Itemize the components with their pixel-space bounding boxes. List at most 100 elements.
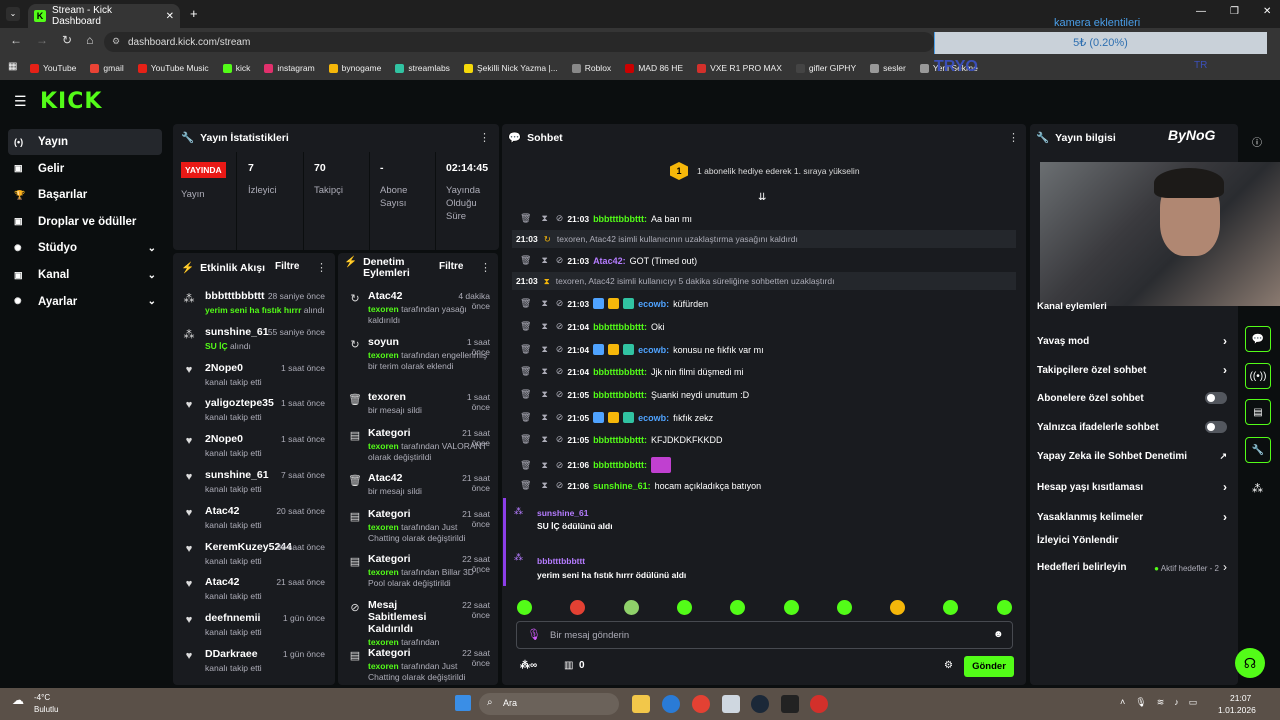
delete-icon[interactable]: 🗑 — [520, 412, 531, 423]
setting-6[interactable]: Hesap yaşı kısıtlaması › — [1037, 480, 1227, 494]
gift-sub-banner[interactable]: 1 abonelik hediye ederek 1. sıraya yükse… — [697, 166, 860, 176]
moderation-actor[interactable]: texoren — [368, 304, 399, 314]
chat-icon[interactable]: 💬 — [1245, 326, 1271, 352]
message-username[interactable]: sunshine_61: — [593, 481, 651, 491]
delete-icon[interactable]: 🗑 — [520, 344, 531, 355]
moderation-more-icon[interactable]: ⋮ — [480, 261, 491, 274]
chevron-right-icon[interactable]: › — [1223, 363, 1227, 377]
kick-logo[interactable]: KICK — [40, 89, 102, 114]
emoji-icon[interactable]: ☻ — [993, 629, 1004, 640]
sidebar-item-ayarlar[interactable]: ✺ Ayarlar ⌄ — [8, 289, 162, 315]
active-goals[interactable]: ● Aktif hedefler - 2 › — [1154, 560, 1227, 574]
emote-button[interactable] — [783, 600, 799, 615]
bookmark-item[interactable]: MAD 86 HE — [625, 63, 683, 73]
ban-icon[interactable]: ⊘ — [556, 213, 564, 224]
setting-1[interactable]: Yavaş mod › — [1037, 334, 1227, 348]
ban-icon[interactable]: ⊘ — [556, 366, 564, 377]
steam-icon[interactable] — [751, 695, 769, 713]
bookmark-item[interactable]: YouTube Music — [137, 63, 209, 73]
bookmark-item[interactable]: sesler — [870, 63, 906, 73]
timeout-icon[interactable]: ⧗ — [541, 460, 547, 471]
timeout-icon[interactable]: ⧗ — [541, 480, 547, 491]
layout-icon[interactable]: ▤ — [1245, 399, 1271, 425]
chevron-right-icon[interactable]: › — [1223, 510, 1227, 524]
emote-button[interactable] — [517, 600, 532, 615]
emote-button[interactable] — [623, 600, 639, 615]
setting-7[interactable]: Yasaklanmış kelimeler › — [1037, 510, 1227, 524]
timeout-icon[interactable]: ⧗ — [541, 412, 547, 423]
broadcast-icon[interactable]: ((•)) — [1245, 363, 1271, 389]
emote-button[interactable] — [890, 600, 906, 615]
reload-icon[interactable]: ↻ — [62, 33, 72, 47]
app-icon[interactable] — [810, 695, 828, 713]
minimize-icon[interactable]: — — [1196, 6, 1206, 17]
moderation-actor[interactable]: texoren — [368, 637, 399, 647]
url-input[interactable]: ⚙ dashboard.kick.com/stream — [104, 32, 934, 52]
setting-4[interactable]: Yalnızca ifadelerle sohbet — [1037, 421, 1227, 433]
toggle-switch[interactable] — [1205, 421, 1227, 433]
timeout-icon[interactable]: ⧗ — [541, 255, 547, 266]
back-icon[interactable]: ← — [10, 33, 22, 47]
delete-icon[interactable]: 🗑 — [520, 460, 531, 471]
moderation-title[interactable]: Mesaj Sabitlemesi Kaldırıldı — [368, 599, 452, 635]
message-username[interactable]: bbbtttbbbttt: — [593, 460, 647, 470]
epic-games-icon[interactable] — [781, 695, 799, 713]
chat-scroll-icon[interactable]: ⇊ — [758, 192, 766, 203]
home-icon[interactable]: ⌂ — [86, 33, 93, 47]
emote-button[interactable] — [836, 600, 852, 615]
message-username[interactable]: ecowb: — [638, 299, 669, 309]
delete-icon[interactable]: 🗑 — [520, 366, 531, 377]
timeout-icon[interactable]: ⧗ — [541, 213, 547, 224]
toggle-switch[interactable] — [1205, 392, 1227, 404]
ban-icon[interactable]: ⊘ — [556, 412, 564, 423]
channel-points-icon[interactable]: ⁂∞ — [520, 660, 537, 671]
sidebar-item-droplar-ve-ödüller[interactable]: ▣ Droplar ve ödüller — [8, 209, 162, 235]
sidebar-item-başarılar[interactable]: 🏆 Başarılar — [8, 182, 162, 208]
moderation-actor[interactable]: texoren — [368, 350, 399, 360]
store-app-icon[interactable] — [722, 695, 740, 713]
chevron-right-icon[interactable]: › — [1223, 334, 1227, 348]
browser-tab[interactable]: K Stream - Kick Dashboard ✕ — [28, 4, 180, 28]
bookmark-item[interactable]: bynogame — [328, 63, 381, 73]
chat-more-icon[interactable]: ⋮ — [1008, 131, 1019, 144]
chat-settings-icon[interactable]: ⚙ — [944, 660, 953, 671]
setting-9[interactable]: Hedefleri belirleyin ● Aktif hedefler - 2… — [1037, 560, 1227, 574]
wrench-icon[interactable]: 🔧 — [1245, 437, 1271, 463]
timeout-icon[interactable]: ⧗ — [541, 298, 547, 309]
message-username[interactable]: bbbtttbbbttt: — [593, 435, 647, 445]
site-info-icon[interactable]: ⚙ — [112, 36, 120, 47]
chrome-icon[interactable] — [692, 695, 710, 713]
message-username[interactable]: ecowb: — [638, 345, 669, 355]
sidebar-item-stüdyo[interactable]: ✺ Stüdyo ⌄ — [8, 235, 162, 261]
mic-tray-icon[interactable]: 🎙 — [1135, 697, 1146, 708]
file-explorer-icon[interactable] — [632, 695, 650, 713]
ban-icon[interactable]: ⊘ — [556, 460, 564, 471]
support-icon[interactable]: ☊ — [1235, 648, 1265, 678]
message-username[interactable]: bbbtttbbbttt: — [593, 390, 647, 400]
delete-icon[interactable]: 🗑 — [520, 298, 531, 309]
delete-icon[interactable]: 🗑 — [520, 389, 531, 400]
timeout-icon[interactable]: ⧗ — [541, 366, 547, 377]
moderation-title[interactable]: texoren — [368, 391, 432, 403]
bookmark-item[interactable]: VXE R1 PRO MAX — [697, 63, 782, 73]
tray-chevron-icon[interactable]: ˄ — [1120, 697, 1125, 708]
tab-list-icon[interactable]: ⌄ — [6, 7, 20, 21]
sidebar-item-yayın[interactable]: (•) Yayın — [8, 129, 162, 155]
ban-icon[interactable]: ⊘ — [556, 389, 564, 400]
timeout-icon[interactable]: ⧗ — [541, 389, 547, 400]
battery-icon[interactable]: ▭ — [1189, 697, 1198, 708]
bookmark-item[interactable]: gifler GIPHY — [795, 63, 856, 73]
more-actions-icon[interactable]: ⁂ — [1252, 482, 1263, 495]
new-tab-icon[interactable]: + — [190, 6, 198, 21]
chevron-right-icon[interactable]: › — [1223, 480, 1227, 494]
message-username[interactable]: bbbtttbbbttt: — [593, 367, 647, 377]
tab-close-icon[interactable]: ✕ — [166, 11, 174, 22]
moderation-title[interactable]: Atac42 — [368, 290, 432, 302]
maximize-icon[interactable]: ❐ — [1230, 6, 1239, 17]
timeout-icon[interactable]: ⧗ — [541, 344, 547, 355]
info-icon[interactable]: ⓘ — [1252, 134, 1262, 149]
sidebar-item-kanal[interactable]: ▣ Kanal ⌄ — [8, 262, 162, 288]
moderation-filter-button[interactable]: Filtre — [439, 261, 463, 272]
moderation-actor[interactable]: texoren — [368, 661, 399, 671]
stats-more-icon[interactable]: ⋮ — [479, 131, 490, 144]
